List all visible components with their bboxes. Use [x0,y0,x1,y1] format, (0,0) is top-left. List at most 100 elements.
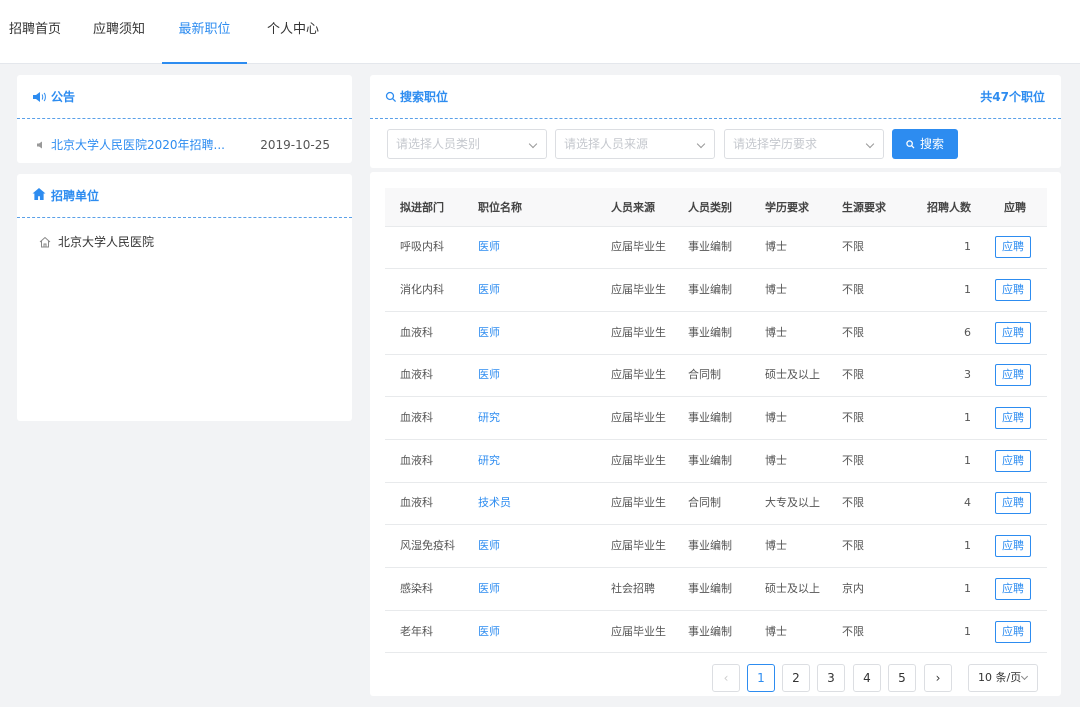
cell-apply: 应聘 [983,524,1047,568]
jobs-card: 拟进部门 职位名称 人员来源 人员类别 学历要求 生源要求 招聘人数 应聘 呼吸… [370,172,1061,696]
cell-origin: 不限 [827,482,905,526]
cell-department: 血液科 [385,439,463,483]
apply-button[interactable]: 应聘 [995,407,1031,430]
cell-position[interactable]: 研究 [463,396,596,440]
cell-apply: 应聘 [983,226,1047,270]
page-size-select[interactable]: 10 条/页 [968,664,1038,692]
apply-button[interactable]: 应聘 [995,364,1031,387]
cell-category: 事业编制 [673,567,750,611]
chevron-down-icon [528,139,538,149]
cell-department: 血液科 [385,482,463,526]
cell-source: 应届毕业生 [596,524,673,568]
cell-apply: 应聘 [983,482,1047,526]
th-department: 拟进部门 [385,188,463,227]
cell-source: 应届毕业生 [596,482,673,526]
notice-item-title[interactable]: 北京大学人民医院2020年招聘... [51,135,225,155]
cell-category: 事业编制 [673,311,750,355]
cell-headcount: 1 [905,567,983,611]
pager-page-2[interactable]: 2 [782,664,810,692]
cell-department: 老年科 [385,610,463,654]
cell-position[interactable]: 研究 [463,439,596,483]
cell-position[interactable]: 医师 [463,268,596,312]
select-personnel-source[interactable]: 请选择人员来源 [555,129,715,159]
cell-category: 事业编制 [673,439,750,483]
th-education: 学历要求 [750,188,827,227]
cell-education: 大专及以上 [750,482,827,526]
cell-origin: 不限 [827,354,905,398]
table-row: 消化内科 医师 应届毕业生 事业编制 博士 不限 1 应聘 [385,268,1047,312]
select-personnel-type[interactable]: 请选择人员类别 [387,129,547,159]
select-education[interactable]: 请选择学历要求 [724,129,884,159]
pager-page-5[interactable]: 5 [888,664,916,692]
cell-origin: 不限 [827,610,905,654]
pager-page-4[interactable]: 4 [853,664,881,692]
cell-headcount: 1 [905,268,983,312]
cell-department: 感染科 [385,567,463,611]
tab-home[interactable]: 招聘首页 [9,0,61,64]
th-headcount: 招聘人数 [905,188,983,227]
cell-department: 血液科 [385,354,463,398]
house-outline-icon [39,236,51,248]
apply-button[interactable]: 应聘 [995,535,1031,558]
tab-personal-center[interactable]: 个人中心 [267,0,319,64]
cell-headcount: 1 [905,610,983,654]
table-row: 风湿免疫科 医师 应届毕业生 事业编制 博士 不限 1 应聘 [385,524,1047,568]
apply-button[interactable]: 应聘 [995,620,1031,643]
apply-button[interactable]: 应聘 [995,236,1031,259]
table-header-row: 拟进部门 职位名称 人员来源 人员类别 学历要求 生源要求 招聘人数 应聘 [385,188,1047,227]
th-category: 人员类别 [673,188,750,227]
cell-position[interactable]: 医师 [463,354,596,398]
table-row: 血液科 研究 应届毕业生 事业编制 博士 不限 1 应聘 [385,396,1047,440]
job-count: 共47个职位 [980,90,1045,104]
cell-apply: 应聘 [983,439,1047,483]
pager-next[interactable]: › [924,664,952,692]
unit-name[interactable]: 北京大学人民医院 [58,235,154,249]
apply-button[interactable]: 应聘 [995,321,1031,344]
cell-education: 硕士及以上 [750,567,827,611]
table-row: 血液科 技术员 应届毕业生 合同制 大专及以上 不限 4 应聘 [385,482,1047,526]
cell-source: 应届毕业生 [596,439,673,483]
cell-position[interactable]: 医师 [463,567,596,611]
notice-item-date: 2019-10-25 [260,138,330,152]
bullet-speaker-icon [37,141,42,149]
cell-headcount: 4 [905,482,983,526]
tab-latest-jobs[interactable]: 最新职位 [162,0,247,64]
tab-notice[interactable]: 应聘须知 [93,0,145,64]
cell-source: 应届毕业生 [596,226,673,270]
cell-headcount: 1 [905,226,983,270]
pager-page-1[interactable]: 1 [747,664,775,692]
pager-prev[interactable]: ‹ [712,664,740,692]
pager-page-3[interactable]: 3 [817,664,845,692]
cell-origin: 不限 [827,396,905,440]
cell-position[interactable]: 医师 [463,610,596,654]
units-header: 招聘单位 [17,174,352,218]
cell-source: 应届毕业生 [596,268,673,312]
apply-button[interactable]: 应聘 [995,279,1031,302]
notice-item[interactable]: 北京大学人民医院2020年招聘... 2019-10-25 [37,135,330,155]
cell-position[interactable]: 医师 [463,524,596,568]
chevron-down-icon [696,139,706,149]
cell-position[interactable]: 技术员 [463,482,596,526]
apply-button[interactable]: 应聘 [995,492,1031,515]
cell-apply: 应聘 [983,396,1047,440]
cell-position[interactable]: 医师 [463,311,596,355]
notice-card: 公告 北京大学人民医院2020年招聘... 2019-10-25 [17,75,352,163]
cell-headcount: 3 [905,354,983,398]
chevron-down-icon [865,139,875,149]
cell-department: 血液科 [385,311,463,355]
th-position: 职位名称 [463,188,596,227]
cell-position[interactable]: 医师 [463,226,596,270]
table-row: 呼吸内科 医师 应届毕业生 事业编制 博士 不限 1 应聘 [385,226,1047,270]
cell-headcount: 1 [905,439,983,483]
apply-button[interactable]: 应聘 [995,577,1031,600]
units-card: 招聘单位 北京大学人民医院 [17,174,352,421]
notice-header: 公告 [17,75,352,119]
apply-button[interactable]: 应聘 [995,449,1031,472]
table-row: 血液科 研究 应届毕业生 事业编制 博士 不限 1 应聘 [385,439,1047,483]
search-button[interactable]: 搜索 [892,129,958,159]
cell-origin: 不限 [827,311,905,355]
cell-education: 博士 [750,396,827,440]
unit-item[interactable]: 北京大学人民医院 [39,234,154,250]
cell-apply: 应聘 [983,567,1047,611]
page-size-label: 10 条/页 [978,671,1022,684]
